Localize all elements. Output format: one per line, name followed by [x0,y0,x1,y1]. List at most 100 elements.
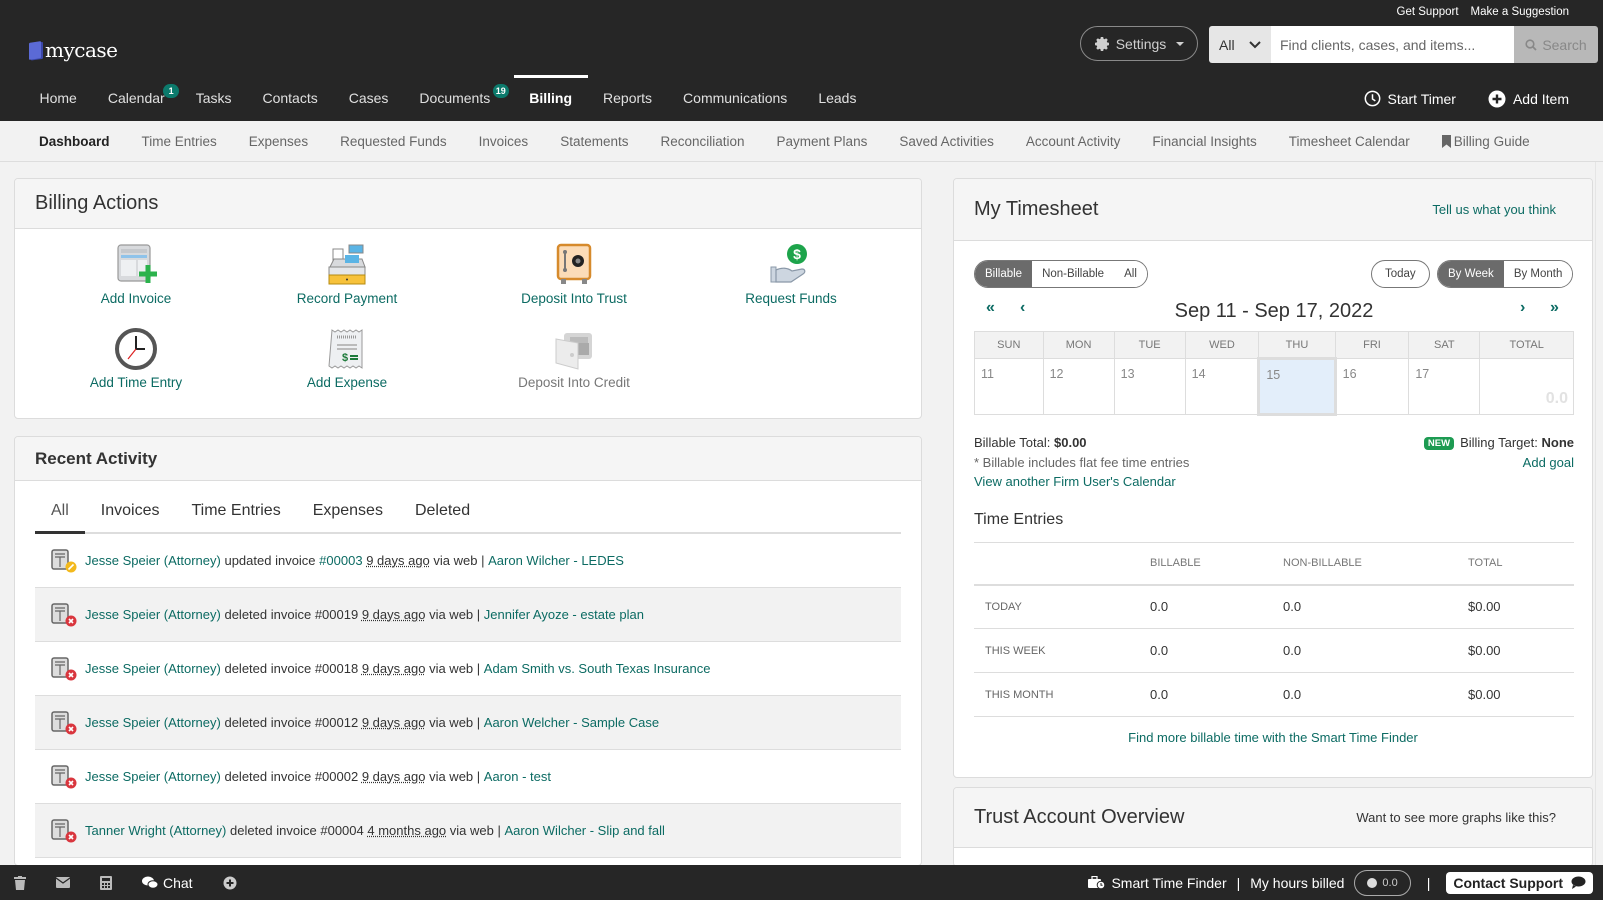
subnav-timesheet-calendar[interactable]: Timesheet Calendar [1273,134,1426,149]
top-header: Get Support Make a Suggestion mycase Set… [0,0,1603,121]
calculator-icon[interactable] [100,875,112,890]
next-week-icon[interactable]: › [1520,299,1525,317]
chat-button[interactable]: Chat [142,875,193,891]
activity-time-ago: 9 days ago [366,553,430,568]
day-header: SUN [974,331,1044,359]
day-cell[interactable]: 14 [1184,358,1260,415]
subnav-payment-plans[interactable]: Payment Plans [761,134,884,149]
subnav-reconciliation[interactable]: Reconciliation [644,134,760,149]
nav-calendar[interactable]: Calendar 1 [92,76,180,121]
tab-deleted[interactable]: Deleted [399,493,486,532]
chevron-down-icon [1249,40,1261,48]
plus-circle-icon[interactable] [223,876,237,890]
activity-user-link[interactable]: Jesse Speier (Attorney) [85,715,221,730]
activity-invoice-link[interactable]: #00003 [319,553,362,568]
te-col-billable: BILLABLE [1150,542,1283,586]
subnav-financial-insights[interactable]: Financial Insights [1136,134,1272,149]
tab-expenses[interactable]: Expenses [297,493,399,532]
activity-case-link[interactable]: Jennifer Ayoze - estate plan [484,607,644,622]
search-scope-select[interactable]: All [1209,26,1271,63]
add-goal-link[interactable]: Add goal [1523,455,1574,475]
activity-case-link[interactable]: Aaron - test [484,769,551,784]
subnav-expenses[interactable]: Expenses [233,134,324,149]
view-other-calendar-link[interactable]: View another Firm User's Calendar [974,474,1176,494]
nav-leads[interactable]: Leads [803,76,872,121]
last-page-icon[interactable]: » [1550,299,1559,317]
start-timer-button[interactable]: Start Timer [1364,90,1456,107]
separator: | [1426,874,1431,891]
mycase-logo[interactable]: mycase [29,38,118,62]
settings-button[interactable]: Settings [1080,26,1198,61]
deposit-into-credit-action[interactable]: Deposit Into Credit [484,327,664,390]
activity-via: via web | [429,661,481,676]
activity-case-link[interactable]: Aaron Wilcher - LEDES [488,553,624,568]
subnav-requested-funds[interactable]: Requested Funds [324,134,463,149]
day-cell[interactable]: 16 [1334,358,1410,415]
activity-user-link[interactable]: Jesse Speier (Attorney) [85,661,221,676]
subnav-account-activity[interactable]: Account Activity [1010,134,1137,149]
tab-invoices[interactable]: Invoices [85,493,176,532]
caret-down-icon [1176,41,1185,46]
mail-icon[interactable] [56,877,70,888]
deposit-into-trust-action[interactable]: Deposit Into Trust [484,243,664,306]
activity-case-link[interactable]: Adam Smith vs. South Texas Insurance [484,661,711,676]
add-item-button[interactable]: Add Item [1488,90,1569,108]
day-cell-today[interactable]: 15 [1257,357,1337,416]
view-by-month[interactable]: By Month [1503,261,1573,287]
smart-time-finder-button[interactable]: Smart Time Finder [1088,875,1227,891]
nav-documents[interactable]: Documents 19 [404,76,509,121]
make-suggestion-link[interactable]: Make a Suggestion [1471,6,1569,18]
filter-non-billable[interactable]: Non-Billable [1032,261,1115,287]
subnav-invoices[interactable]: Invoices [463,134,545,149]
get-support-link[interactable]: Get Support [1397,6,1459,18]
subnav-saved-activities[interactable]: Saved Activities [883,134,1010,149]
te-col-non-billable: NON-BILLABLE [1283,542,1468,586]
nav-billing[interactable]: Billing [513,75,588,121]
add-time-entry-action[interactable]: Add Time Entry [46,327,226,390]
nav-communications[interactable]: Communications [668,76,803,121]
view-by-week[interactable]: By Week [1438,261,1504,287]
contact-support-button[interactable]: Contact Support [1446,871,1593,894]
nav-home[interactable]: Home [24,76,92,121]
add-invoice-action[interactable]: Add Invoice [46,243,226,306]
day-cell[interactable]: 12 [1042,358,1115,415]
more-graphs-link[interactable]: Want to see more graphs like this? [1356,810,1556,825]
subnav-dashboard[interactable]: Dashboard [23,134,126,149]
subnav-billing-guide[interactable]: Billing Guide [1426,134,1546,149]
filter-billable[interactable]: Billable [975,261,1033,287]
hand-dollar-icon: $ [770,244,807,283]
nav-cases[interactable]: Cases [333,76,404,121]
today-button[interactable]: Today [1371,260,1430,288]
nav-contacts[interactable]: Contacts [247,76,333,121]
tab-all[interactable]: All [35,493,85,534]
nav-tasks[interactable]: Tasks [180,76,247,121]
filter-all[interactable]: All [1114,261,1147,287]
page-scrollbar[interactable] [1595,162,1603,865]
add-expense-action[interactable]: $ Add Expense [257,327,437,390]
activity-row: Jesse Speier (Attorney) deleted invoice … [35,588,901,642]
subnav-time-entries[interactable]: Time Entries [126,134,233,149]
activity-case-link[interactable]: Aaron Wilcher - Slip and fall [504,823,664,838]
activity-row: Jesse Speier (Attorney) updated invoice … [35,534,901,588]
record-payment-action[interactable]: Record Payment [257,243,437,306]
activity-invoice-number: #00012 [314,715,359,730]
activity-case-link[interactable]: Aaron Welcher - Sample Case [484,715,659,730]
feedback-link[interactable]: Tell us what you think [1432,202,1556,217]
activity-user-link[interactable]: Tanner Wright (Attorney) [85,823,226,838]
day-cell[interactable]: 13 [1113,358,1186,415]
day-cell[interactable]: 17 [1408,358,1481,415]
request-funds-action[interactable]: $ Request Funds [701,243,881,306]
nav-reports[interactable]: Reports [588,76,668,121]
smart-time-finder-link[interactable]: Find more billable time with the Smart T… [954,730,1592,745]
activity-user-link[interactable]: Jesse Speier (Attorney) [85,769,221,784]
day-cell[interactable]: 11 [974,358,1044,415]
activity-user-link[interactable]: Jesse Speier (Attorney) [85,553,221,568]
trash-icon[interactable] [14,875,26,890]
search-input[interactable] [1271,26,1514,63]
tab-time-entries[interactable]: Time Entries [175,493,296,532]
cash-register-icon [328,244,366,285]
subnav-statements[interactable]: Statements [544,134,644,149]
search-button[interactable]: Search [1514,26,1598,63]
activity-user-link[interactable]: Jesse Speier (Attorney) [85,607,221,622]
hours-billed-toggle[interactable]: 0.0 [1354,869,1411,896]
